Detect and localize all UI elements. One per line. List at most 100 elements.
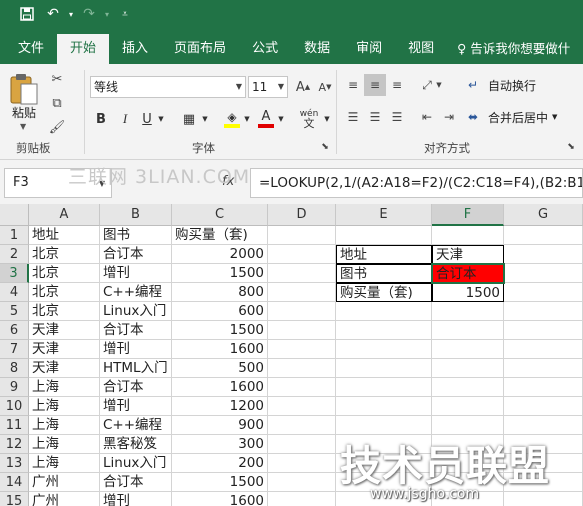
- font-dialog-launcher-icon[interactable]: ⬊: [314, 136, 336, 158]
- customize-qat-icon[interactable]: ⩡: [112, 0, 138, 28]
- cell-a2[interactable]: 北京: [29, 245, 100, 264]
- cell-e2[interactable]: 地址: [336, 245, 432, 264]
- row-header-12[interactable]: 12: [0, 435, 29, 454]
- paste-dropdown-icon[interactable]: ▼: [20, 122, 26, 131]
- fill-dropdown-icon[interactable]: ▼: [242, 108, 252, 130]
- cell-c6[interactable]: 1500: [172, 321, 268, 340]
- column-header-d[interactable]: D: [268, 204, 336, 226]
- cell-c14[interactable]: 1500: [172, 473, 268, 492]
- row-header-11[interactable]: 11: [0, 416, 29, 435]
- cell-f1[interactable]: [432, 226, 504, 245]
- borders-icon[interactable]: ▦: [178, 108, 200, 130]
- cell-c9[interactable]: 1600: [172, 378, 268, 397]
- cell-e7[interactable]: [336, 340, 432, 359]
- tab-insert[interactable]: 插入: [109, 34, 161, 64]
- cell-c13[interactable]: 200: [172, 454, 268, 473]
- cell-b14[interactable]: 合订本: [100, 473, 172, 492]
- cell-c7[interactable]: 1600: [172, 340, 268, 359]
- orientation-dropdown-icon[interactable]: ▼: [434, 74, 444, 96]
- row-header-3[interactable]: 3: [0, 264, 29, 283]
- cell-b12[interactable]: 黑客秘笈: [100, 435, 172, 454]
- cell-d2[interactable]: [268, 245, 336, 264]
- cell-b10[interactable]: 增刊: [100, 397, 172, 416]
- paste-button[interactable]: 粘贴: [12, 104, 36, 121]
- phonetic-guide-icon[interactable]: wén 文: [296, 108, 322, 130]
- row-header-7[interactable]: 7: [0, 340, 29, 359]
- cell-d12[interactable]: [268, 435, 336, 454]
- align-left-icon[interactable]: ☰: [342, 106, 364, 128]
- cell-b2[interactable]: 合订本: [100, 245, 172, 264]
- font-color-dropdown-icon[interactable]: ▼: [276, 108, 286, 130]
- tab-page-layout[interactable]: 页面布局: [161, 34, 239, 64]
- underline-button[interactable]: U: [138, 108, 156, 130]
- cell-c2[interactable]: 2000: [172, 245, 268, 264]
- font-size-select[interactable]: 11 ▼: [248, 76, 288, 98]
- cell-a15[interactable]: 广州: [29, 492, 100, 506]
- undo-icon[interactable]: ↶: [40, 0, 66, 28]
- cell-e4[interactable]: 购买量（套): [336, 283, 432, 302]
- cell-d6[interactable]: [268, 321, 336, 340]
- cell-g6[interactable]: [504, 321, 583, 340]
- cell-a4[interactable]: 北京: [29, 283, 100, 302]
- cell-a3[interactable]: 北京: [29, 264, 100, 283]
- cell-a1[interactable]: 地址: [29, 226, 100, 245]
- row-header-13[interactable]: 13: [0, 454, 29, 473]
- cell-d13[interactable]: [268, 454, 336, 473]
- cell-g7[interactable]: [504, 340, 583, 359]
- cell-f9[interactable]: [432, 378, 504, 397]
- bold-button[interactable]: B: [92, 108, 110, 130]
- cell-e6[interactable]: [336, 321, 432, 340]
- cell-d9[interactable]: [268, 378, 336, 397]
- row-header-2[interactable]: 2: [0, 245, 29, 264]
- row-header-10[interactable]: 10: [0, 397, 29, 416]
- column-header-g[interactable]: G: [504, 204, 583, 226]
- cell-a13[interactable]: 上海: [29, 454, 100, 473]
- redo-icon[interactable]: ↷: [76, 0, 102, 28]
- cell-b3[interactable]: 增刊: [100, 264, 172, 283]
- cell-e10[interactable]: [336, 397, 432, 416]
- column-header-e[interactable]: E: [336, 204, 432, 226]
- cell-f2[interactable]: 天津: [432, 245, 504, 264]
- tab-view[interactable]: 视图: [395, 34, 447, 64]
- column-header-a[interactable]: A: [29, 204, 100, 226]
- cell-a5[interactable]: 北京: [29, 302, 100, 321]
- cell-g10[interactable]: [504, 397, 583, 416]
- cell-b7[interactable]: 增刊: [100, 340, 172, 359]
- cell-a14[interactable]: 广州: [29, 473, 100, 492]
- cell-b1[interactable]: 图书: [100, 226, 172, 245]
- phonetic-dropdown-icon[interactable]: ▼: [322, 108, 332, 130]
- row-header-5[interactable]: 5: [0, 302, 29, 321]
- cell-a6[interactable]: 天津: [29, 321, 100, 340]
- align-bottom-icon[interactable]: ≡: [386, 74, 408, 96]
- cell-b4[interactable]: C++编程: [100, 283, 172, 302]
- cell-d7[interactable]: [268, 340, 336, 359]
- column-header-f[interactable]: F: [432, 204, 504, 226]
- cell-d15[interactable]: [268, 492, 336, 506]
- cell-e8[interactable]: [336, 359, 432, 378]
- alignment-dialog-launcher-icon[interactable]: ⬊: [560, 136, 582, 158]
- cell-d5[interactable]: [268, 302, 336, 321]
- row-header-14[interactable]: 14: [0, 473, 29, 492]
- cell-b6[interactable]: 合订本: [100, 321, 172, 340]
- tab-file[interactable]: 文件: [0, 34, 57, 64]
- cell-d11[interactable]: [268, 416, 336, 435]
- fill-color-icon[interactable]: ◈: [222, 108, 242, 130]
- font-color-icon[interactable]: A: [256, 108, 276, 130]
- cell-d3[interactable]: [268, 264, 336, 283]
- cut-icon[interactable]: ✂: [46, 68, 68, 90]
- row-header-15[interactable]: 15: [0, 492, 29, 506]
- cell-d8[interactable]: [268, 359, 336, 378]
- cell-d10[interactable]: [268, 397, 336, 416]
- cell-f7[interactable]: [432, 340, 504, 359]
- tab-review[interactable]: 审阅: [343, 34, 395, 64]
- cell-c1[interactable]: 购买量（套): [172, 226, 268, 245]
- wrap-text-button[interactable]: ↵ 自动换行: [468, 74, 536, 96]
- tell-me-box[interactable]: ♀ 告诉我你想要做什: [447, 34, 583, 64]
- tab-home[interactable]: 开始: [57, 34, 110, 64]
- align-center-icon[interactable]: ☰: [364, 106, 386, 128]
- decrease-font-icon[interactable]: A ▼: [314, 76, 336, 98]
- cell-e9[interactable]: [336, 378, 432, 397]
- row-header-6[interactable]: 6: [0, 321, 29, 340]
- decrease-indent-icon[interactable]: ⇤: [416, 106, 438, 128]
- cell-g8[interactable]: [504, 359, 583, 378]
